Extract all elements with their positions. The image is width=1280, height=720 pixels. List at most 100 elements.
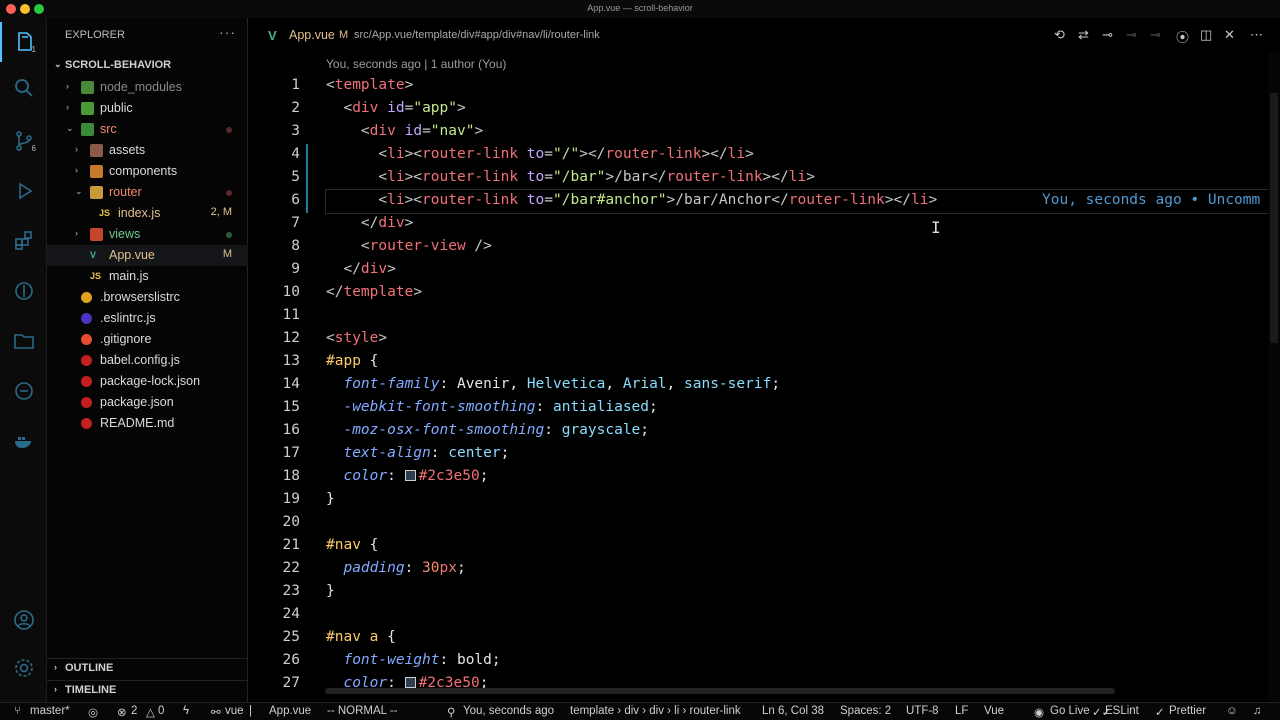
code-content[interactable] xyxy=(326,512,1280,535)
encoding[interactable]: UTF-8 xyxy=(906,705,939,717)
folder-item-public[interactable]: › public xyxy=(47,98,248,119)
code-line[interactable]: 9 </div> xyxy=(248,259,1280,282)
eslint-status[interactable]: ESLint xyxy=(1105,705,1139,717)
feedback-icon[interactable]: ☺ xyxy=(1226,705,1238,717)
language-crumb[interactable]: vue xyxy=(225,705,244,717)
code-content[interactable] xyxy=(326,305,1280,328)
code-line[interactable]: 1 <template> xyxy=(248,75,1280,98)
lightning-icon[interactable]: ϟ xyxy=(183,705,189,717)
more-actions-icon[interactable]: ··· xyxy=(219,24,236,40)
folder-item-views[interactable]: › views xyxy=(47,224,248,245)
code-content[interactable]: text-align: center; xyxy=(326,443,1280,466)
previous-change-icon[interactable]: ⊸ xyxy=(1102,27,1113,43)
prettier-status[interactable]: Prettier xyxy=(1169,705,1206,717)
tab-app-vue[interactable]: App.vue xyxy=(289,28,335,42)
settings-gear-icon[interactable] xyxy=(0,648,47,688)
folder-item-components[interactable]: › components xyxy=(47,161,248,182)
docker-icon[interactable] xyxy=(0,421,47,461)
close-editor-icon[interactable]: ✕ xyxy=(1224,27,1235,43)
code-line[interactable]: 10 </template> xyxy=(248,282,1280,305)
code-content[interactable]: <router-view /> xyxy=(326,236,1280,259)
code-line[interactable]: 18 color: #2c3e50; xyxy=(248,466,1280,489)
code-line[interactable]: 20 xyxy=(248,512,1280,535)
file-item-app-vue[interactable]: V App.vue M xyxy=(47,245,248,266)
git-change-indicator[interactable] xyxy=(306,144,308,167)
horizontal-scrollbar[interactable] xyxy=(325,688,1115,694)
code-line[interactable]: 23} xyxy=(248,581,1280,604)
code-content[interactable]: <div id="app"> xyxy=(326,98,1280,121)
indentation[interactable]: Spaces: 2 xyxy=(840,705,891,717)
code-line[interactable]: 7 </div> xyxy=(248,213,1280,236)
file-item-eslintrc-js[interactable]: .eslintrc.js xyxy=(47,308,248,329)
git-branch[interactable]: master* xyxy=(30,705,70,717)
code-content[interactable]: #app { xyxy=(326,351,1280,374)
code-content[interactable]: </div> xyxy=(326,213,1280,236)
code-content[interactable]: <li><router-link to="/bar">/bar</router-… xyxy=(326,167,1280,190)
code-content[interactable]: } xyxy=(326,489,1280,512)
outline-section-header[interactable]: › OUTLINE xyxy=(47,658,248,678)
code-line[interactable]: 26 font-weight: bold; xyxy=(248,650,1280,673)
file-item-index-js[interactable]: JS index.js 2, M xyxy=(47,203,248,224)
forward-icon[interactable]: ⊸ xyxy=(1150,27,1161,43)
git-change-indicator[interactable] xyxy=(306,167,308,190)
file-item-main-js[interactable]: JS main.js xyxy=(47,266,248,287)
compare-changes-icon[interactable]: ⇄ xyxy=(1078,27,1089,43)
codelens-blame[interactable]: You, seconds ago | 1 author (You) xyxy=(326,57,506,71)
code-line[interactable]: 3 <div id="nav"> xyxy=(248,121,1280,144)
code-content[interactable]: -moz-osx-font-smoothing: grayscale; xyxy=(326,420,1280,443)
editor-scrollbar[interactable] xyxy=(1268,53,1280,702)
code-line[interactable]: 24 xyxy=(248,604,1280,627)
file-crumb[interactable]: App.vue xyxy=(269,705,311,717)
breadcrumb[interactable]: src/App.vue/template/div#app/div#nav/li/… xyxy=(354,29,600,41)
code-content[interactable]: #nav a { xyxy=(326,627,1280,650)
code-line[interactable]: 22 padding: 30px; xyxy=(248,558,1280,581)
end-of-line[interactable]: LF xyxy=(955,705,968,717)
code-content[interactable]: </template> xyxy=(326,282,1280,305)
code-content[interactable]: </div> xyxy=(326,259,1280,282)
code-line[interactable]: 15 -webkit-font-smoothing: antialiased; xyxy=(248,397,1280,420)
run-debug-icon[interactable] xyxy=(0,171,47,211)
code-content[interactable]: padding: 30px; xyxy=(326,558,1280,581)
git-change-indicator[interactable] xyxy=(306,190,308,213)
code-content[interactable]: } xyxy=(326,581,1280,604)
code-line[interactable]: 8 <router-view /> xyxy=(248,236,1280,259)
folder-item-node-modules[interactable]: › node_modules xyxy=(47,77,248,98)
code-line[interactable]: 2 <div id="app"> xyxy=(248,98,1280,121)
language-mode[interactable]: Vue xyxy=(984,705,1004,717)
file-item-package-lock-json[interactable]: package-lock.json xyxy=(47,371,248,392)
code-content[interactable]: -webkit-font-smoothing: antialiased; xyxy=(326,397,1280,420)
code-line[interactable]: 19} xyxy=(248,489,1280,512)
error-count[interactable]: 2 xyxy=(131,705,137,717)
source-control-icon[interactable]: 6 xyxy=(0,121,47,161)
code-line[interactable]: 21 #nav { xyxy=(248,535,1280,558)
folder-icon[interactable] xyxy=(0,321,47,361)
code-line[interactable]: 12 <style> xyxy=(248,328,1280,351)
cursor-position[interactable]: Ln 6, Col 38 xyxy=(762,705,824,717)
status-blame[interactable]: You, seconds ago xyxy=(463,705,554,717)
code-content[interactable]: #nav { xyxy=(326,535,1280,558)
code-content[interactable]: font-weight: bold; xyxy=(326,650,1280,673)
code-content[interactable]: <li><router-link to="/"></router-link></… xyxy=(326,144,1280,167)
color-swatch[interactable] xyxy=(404,470,416,481)
go-live-button[interactable]: Go Live xyxy=(1050,705,1090,717)
code-content[interactable]: color: #2c3e50; xyxy=(326,466,1280,489)
file-item-browserslistrc[interactable]: .browserslistrc xyxy=(47,287,248,308)
code-line[interactable]: 17 text-align: center; xyxy=(248,443,1280,466)
code-line[interactable]: 13 #app { xyxy=(248,351,1280,374)
search-icon[interactable] xyxy=(0,68,47,108)
code-content[interactable]: <style> xyxy=(326,328,1280,351)
split-editor-icon[interactable]: ◫ xyxy=(1200,27,1212,43)
code-editor[interactable]: You, seconds ago | 1 author (You) 1 <temp… xyxy=(248,53,1280,702)
color-swatch[interactable] xyxy=(404,677,416,688)
more-icon[interactable]: ⋯ xyxy=(1250,27,1263,43)
folder-item-router[interactable]: ⌄ router xyxy=(47,182,248,203)
sync-icon[interactable]: ◎ xyxy=(88,705,98,719)
code-content[interactable]: <li><router-link to="/bar#anchor">/bar/A… xyxy=(325,189,1280,214)
code-line[interactable]: 6 <li><router-link to="/bar#anchor">/bar… xyxy=(248,189,1280,214)
git-lens-icon[interactable]: ⦿ xyxy=(1176,27,1189,46)
file-item-readme-md[interactable]: README.md xyxy=(47,413,248,434)
git-graph-icon[interactable] xyxy=(0,271,47,311)
file-item-gitignore[interactable]: .gitignore xyxy=(47,329,248,350)
extensions-icon[interactable] xyxy=(0,221,47,261)
status-breadcrumb[interactable]: template › div › div › li › router-link xyxy=(570,705,741,717)
